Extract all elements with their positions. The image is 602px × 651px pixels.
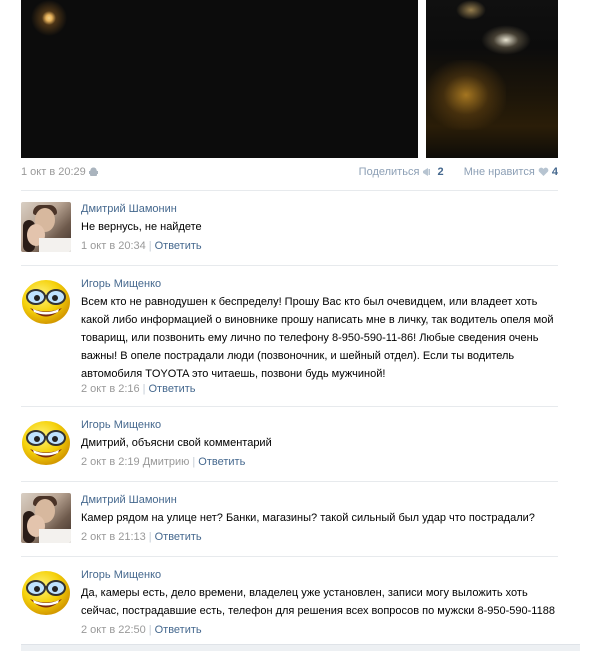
comment-footer: 2 окт в 2:19 Дмитрию | Ответить xyxy=(81,456,246,468)
comment-author[interactable]: Дмитрий Шамонин xyxy=(81,494,177,506)
avatar[interactable] xyxy=(21,202,71,252)
smiley-icon xyxy=(22,421,70,465)
comment-footer: 1 окт в 20:34 | Ответить xyxy=(81,240,202,252)
avatar[interactable] xyxy=(21,418,71,468)
comment-text: Да, камеры есть, дело времени, владелец … xyxy=(81,587,555,617)
smiley-icon xyxy=(22,571,70,615)
reply-button[interactable]: Ответить xyxy=(155,240,202,252)
reply-to-link[interactable]: Дмитрию xyxy=(143,456,190,468)
comments-list: Дмитрий Шамонин Не вернусь, не найдете 1… xyxy=(21,190,558,647)
comment-date[interactable]: 2 окт в 2:16 xyxy=(81,383,140,395)
like-label: Мне нравится xyxy=(463,166,535,178)
comment-date[interactable]: 1 окт в 20:34 xyxy=(81,240,146,252)
comment-footer: 2 окт в 21:13 | Ответить xyxy=(81,531,202,543)
reply-button[interactable]: Ответить xyxy=(149,383,196,395)
android-icon xyxy=(88,167,98,176)
share-count: 2 xyxy=(437,166,444,178)
comment-text: Дмитрий, объясни свой комментарий xyxy=(81,437,272,449)
share-label: Поделиться xyxy=(358,166,420,178)
comment-text: Камер рядом на улице нет? Банки, магазин… xyxy=(81,512,535,524)
megaphone-icon xyxy=(423,168,431,177)
comment-text: Всем кто не равнодушен к беспределу! Про… xyxy=(81,296,554,380)
comment-text: Не вернусь, не найдете xyxy=(81,221,202,233)
comment-item: Игорь Мищенко Да, камеры есть, дело врем… xyxy=(21,556,558,647)
avatar[interactable] xyxy=(21,493,71,543)
comment-item: Дмитрий Шамонин Не вернусь, не найдете 1… xyxy=(21,190,558,265)
post-meta: 1 окт в 20:29 Поделиться 2 Мне нравится … xyxy=(21,166,558,180)
avatar[interactable] xyxy=(21,568,71,618)
reply-button[interactable]: Ответить xyxy=(155,531,202,543)
like-button[interactable]: Мне нравится 4 xyxy=(464,166,558,178)
post-photo-main[interactable] xyxy=(21,0,418,158)
comment-author[interactable]: Игорь Мищенко xyxy=(81,278,161,290)
smiley-icon xyxy=(22,280,70,324)
heart-icon xyxy=(538,167,549,177)
comment-item: Дмитрий Шамонин Камер рядом на улице нет… xyxy=(21,481,558,556)
share-button[interactable]: Поделиться 2 xyxy=(359,166,447,178)
comment-footer: 2 окт в 2:16 | Ответить xyxy=(81,383,196,395)
post-actions: Поделиться 2 Мне нравится 4 xyxy=(359,166,558,178)
comment-item: Игорь Мищенко Дмитрий, объясни свой комм… xyxy=(21,406,558,481)
comment-date[interactable]: 2 окт в 22:50 xyxy=(81,624,146,636)
comment-date[interactable]: 2 окт в 21:13 xyxy=(81,531,146,543)
avatar[interactable] xyxy=(21,277,71,327)
comment-author[interactable]: Дмитрий Шамонин xyxy=(81,203,177,215)
comment-item: Игорь Мищенко Всем кто не равнодушен к б… xyxy=(21,265,558,406)
like-count: 4 xyxy=(551,166,558,178)
comment-author[interactable]: Игорь Мищенко xyxy=(81,419,161,431)
comment-footer: 2 окт в 22:50 | Ответить xyxy=(81,624,202,636)
reply-button[interactable]: Ответить xyxy=(198,456,245,468)
post-photos xyxy=(21,0,558,158)
reply-button[interactable]: Ответить xyxy=(155,624,202,636)
post-date-wrap: 1 окт в 20:29 xyxy=(21,166,98,178)
post-date[interactable]: 1 окт в 20:29 xyxy=(21,166,86,178)
post-photo-side[interactable] xyxy=(426,0,558,158)
comment-author[interactable]: Игорь Мищенко xyxy=(81,569,161,581)
comment-date[interactable]: 2 окт в 2:19 xyxy=(81,456,140,468)
